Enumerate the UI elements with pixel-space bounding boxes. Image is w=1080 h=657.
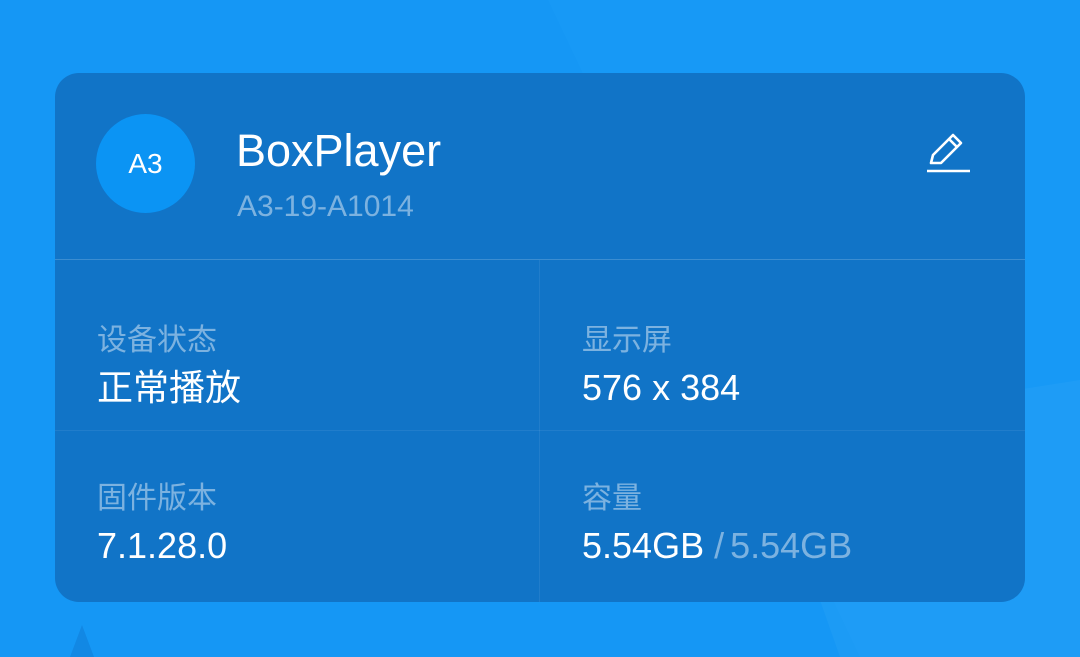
display-value: 576 x 384 — [582, 367, 741, 408]
pencil-edit-icon — [927, 133, 970, 173]
device-header: A3 BoxPlayer A3-19-A1014 — [55, 73, 1025, 260]
status-label: 设备状态 — [97, 324, 217, 357]
firmware-value: 7.1.28.0 — [97, 525, 228, 566]
row-divider — [55, 430, 1025, 431]
device-id: A3-19-A1014 — [237, 190, 414, 223]
capacity-cell: 容量 5.54GB/5.54GB — [582, 480, 1022, 580]
firmware-cell: 固件版本 7.1.28.0 — [97, 480, 537, 580]
capacity-label: 容量 — [582, 482, 642, 515]
status-value: 正常播放 — [97, 367, 242, 408]
display-label: 显示屏 — [582, 324, 672, 357]
device-avatar: A3 — [96, 114, 195, 213]
device-name: BoxPlayer — [236, 125, 442, 176]
status-cell: 设备状态 正常播放 — [97, 322, 537, 422]
capacity-total: 5.54GB — [730, 525, 853, 566]
firmware-label: 固件版本 — [97, 482, 217, 515]
device-info-grid: 设备状态 正常播放 显示屏 576 x 384 固件版本 7.1.28.0 容量… — [55, 260, 1025, 602]
capacity-value: 5.54GB/5.54GB — [582, 524, 852, 568]
edit-button[interactable] — [921, 125, 973, 177]
display-cell: 显示屏 576 x 384 — [582, 322, 1022, 422]
column-divider — [539, 260, 540, 602]
capacity-separator: / — [714, 525, 725, 566]
capacity-used: 5.54GB — [582, 525, 705, 566]
device-card: A3 BoxPlayer A3-19-A1014 设备状态 正常播放 显示屏 5… — [55, 73, 1025, 602]
